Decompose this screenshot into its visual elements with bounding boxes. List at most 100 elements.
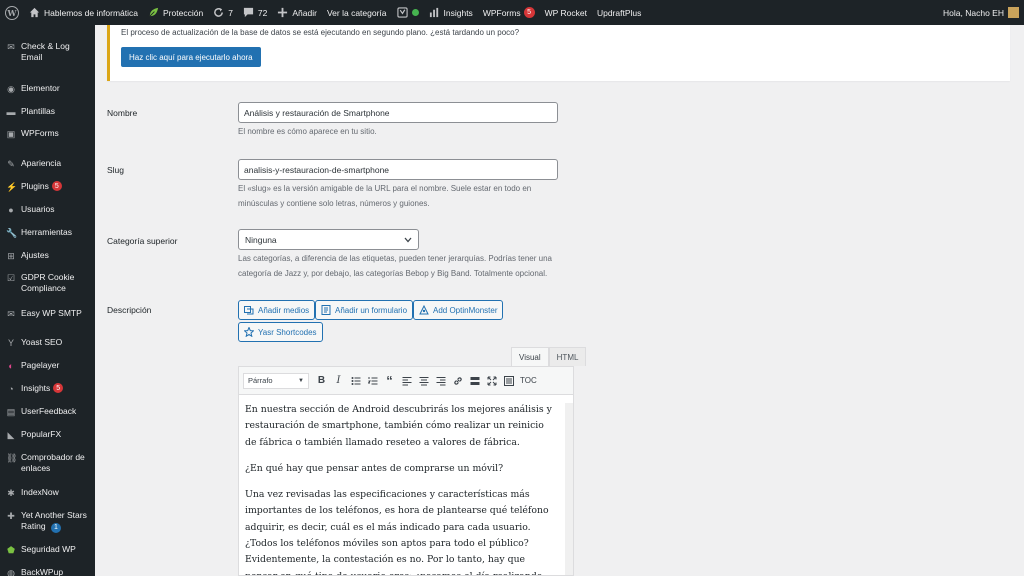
- comment-icon: [243, 7, 254, 18]
- sidebar-item-check-log-email[interactable]: ✉ Check & Log Email: [0, 41, 95, 63]
- wpforms-link[interactable]: WPForms 5: [478, 0, 540, 25]
- sidebar-item-partial[interactable]: [0, 25, 95, 26]
- bold-icon[interactable]: B: [313, 372, 330, 390]
- sidebar-item-plantillas[interactable]: ▬ Plantillas: [0, 106, 95, 117]
- sidebar-item-backwpup[interactable]: ◍ BackWPup: [0, 567, 95, 576]
- yasr-shortcodes-button[interactable]: Yasr Shortcodes: [238, 322, 323, 342]
- caret-down-icon: ▼: [298, 377, 304, 384]
- numbered-list-icon[interactable]: [364, 372, 381, 390]
- sidebar-item-gdpr[interactable]: ☑ GDPR Cookie Compliance: [0, 272, 95, 294]
- bullet-list-icon[interactable]: [347, 372, 364, 390]
- sidebar-item-label: Insights: [21, 383, 51, 393]
- add-new-link[interactable]: Añadir: [272, 0, 322, 25]
- slug-input[interactable]: analisis-y-restauracion-de-smartphone: [238, 159, 558, 180]
- editor-paragraph: ¿En qué hay que pensar antes de comprars…: [245, 462, 504, 474]
- sidebar-item-comprobador[interactable]: ⛓ Comprobador de enlaces: [0, 452, 95, 474]
- tab-visual[interactable]: Visual: [511, 347, 549, 366]
- backup-icon: ◍: [7, 568, 15, 576]
- sidebar-item-label: Plugins: [21, 181, 49, 191]
- wpforms-badge: 5: [523, 7, 535, 18]
- align-center-icon[interactable]: [415, 372, 432, 390]
- sidebar-item-userfeedback[interactable]: ▤ UserFeedback: [0, 406, 95, 417]
- yoast-link[interactable]: [392, 0, 424, 25]
- elementor-icon: ◉: [7, 84, 15, 94]
- sidebar-item-plugins[interactable]: ⚡ Plugins 5: [0, 181, 95, 192]
- updates-link[interactable]: 7: [208, 0, 238, 25]
- fullscreen-icon[interactable]: [483, 372, 500, 390]
- blockquote-icon[interactable]: “: [381, 372, 398, 390]
- wpforms-label: WPForms: [482, 7, 521, 18]
- protection-link[interactable]: Protección: [143, 0, 208, 25]
- sidebar-item-label: BackWPup: [21, 567, 64, 576]
- editor-content[interactable]: En nuestra sección de Android descubrirá…: [239, 396, 563, 575]
- pagelayer-icon: ◐: [8, 361, 14, 371]
- plus-icon: [278, 7, 288, 18]
- sidebar-item-yoast-seo[interactable]: Y Yoast SEO: [0, 337, 95, 348]
- sidebar-item-label: Easy WP SMTP: [21, 308, 82, 318]
- comments-link[interactable]: 72: [238, 0, 272, 25]
- add-new-label: Añadir: [292, 7, 317, 18]
- sidebar-item-label: Check & Log Email: [21, 41, 70, 62]
- sidebar-item-label: Elementor: [21, 83, 60, 93]
- home-icon: [29, 7, 40, 18]
- wprocket-link[interactable]: WP Rocket: [540, 0, 592, 25]
- name-description: El nombre es cómo aparece en tu sitio.: [238, 127, 377, 136]
- add-media-button[interactable]: Añadir medios: [238, 300, 316, 320]
- refresh-icon: [214, 7, 224, 17]
- description-label: Descripción: [107, 305, 152, 315]
- site-name-link[interactable]: Hablemos de informática: [24, 0, 143, 25]
- shield-icon: ⬟: [7, 545, 15, 555]
- parent-category-select[interactable]: Ninguna: [238, 229, 419, 250]
- sidebar-item-ajustes[interactable]: ⊞ Ajustes: [0, 250, 95, 261]
- yoast-icon: [396, 7, 408, 18]
- run-update-button[interactable]: Haz clic aquí para ejecutarlo ahora: [121, 47, 261, 67]
- sidebar-item-insights[interactable]: ◔ Insights 5: [0, 383, 95, 394]
- toc-button[interactable]: TOC: [520, 376, 537, 385]
- insights-label: Insights: [443, 7, 473, 18]
- sidebar-item-apariencia[interactable]: ✎ Apariencia: [0, 158, 95, 169]
- sidebar-item-label: Pagelayer: [21, 360, 60, 370]
- sidebar-item-label-wrap: Yet Another Stars Rating 1: [21, 510, 91, 533]
- sidebar-item-wpforms[interactable]: ▣ WPForms: [0, 128, 95, 139]
- comments-count: 72: [257, 7, 268, 18]
- sidebar-item-easy-wp-smtp[interactable]: ✉ Easy WP SMTP: [0, 308, 95, 319]
- sidebar-item-pagelayer[interactable]: ◐ Pagelayer: [0, 360, 95, 371]
- view-category-label: Ver la categoría: [326, 7, 387, 18]
- add-form-button[interactable]: Añadir un formulario: [315, 300, 414, 320]
- folder-icon: ▬: [6, 107, 16, 117]
- updraftplus-link[interactable]: UpdraftPlus: [592, 0, 646, 25]
- add-optinmonster-button[interactable]: Add OptinMonster: [413, 300, 504, 320]
- sidebar-item-usuarios[interactable]: ● Usuarios: [0, 204, 95, 215]
- read-more-icon[interactable]: [466, 372, 483, 390]
- user-account-link[interactable]: Hola, Nacho EH: [938, 0, 1024, 25]
- format-select[interactable]: Párrafo ▼: [243, 372, 309, 389]
- sidebar-item-elementor[interactable]: ◉ Elementor: [0, 83, 95, 94]
- sidebar-item-seguridad-wp[interactable]: ⬟ Seguridad WP: [0, 544, 95, 555]
- feedback-icon: ▤: [6, 407, 16, 417]
- envelope-icon: ✉: [7, 42, 15, 52]
- add-form-label: Añadir un formulario: [335, 305, 408, 315]
- sidebar-item-yasr[interactable]: ✚ Yet Another Stars Rating 1: [0, 510, 95, 533]
- avatar: [1008, 7, 1019, 18]
- sidebar-item-label: Seguridad WP: [21, 544, 76, 554]
- add-media-label: Añadir medios: [258, 305, 310, 315]
- sidebar-item-herramientas[interactable]: 🔧 Herramientas: [0, 227, 95, 238]
- toolbar-toggle-icon[interactable]: [500, 372, 517, 390]
- wrench-icon: 🔧: [6, 228, 18, 238]
- align-right-icon[interactable]: [432, 372, 449, 390]
- sidebar-item-label: Ajustes: [21, 250, 49, 260]
- sidebar-item-popularfx[interactable]: ◣ PopularFX: [0, 429, 95, 440]
- editor-scrollbar[interactable]: [565, 403, 573, 575]
- optinmonster-icon: [419, 305, 429, 315]
- italic-icon[interactable]: I: [330, 372, 347, 390]
- sidebar-item-indexnow[interactable]: ✱ IndexNow: [0, 487, 95, 498]
- insights-badge: 5: [53, 383, 64, 393]
- view-category-link[interactable]: Ver la categoría: [322, 0, 392, 25]
- name-label: Nombre: [107, 108, 138, 118]
- link-icon[interactable]: [449, 372, 466, 390]
- align-left-icon[interactable]: [398, 372, 415, 390]
- wordpress-logo-icon[interactable]: W: [0, 0, 24, 25]
- name-input[interactable]: Análisis y restauración de Smartphone: [238, 102, 558, 123]
- tab-html[interactable]: HTML: [548, 347, 587, 366]
- insights-link[interactable]: Insights: [424, 0, 478, 25]
